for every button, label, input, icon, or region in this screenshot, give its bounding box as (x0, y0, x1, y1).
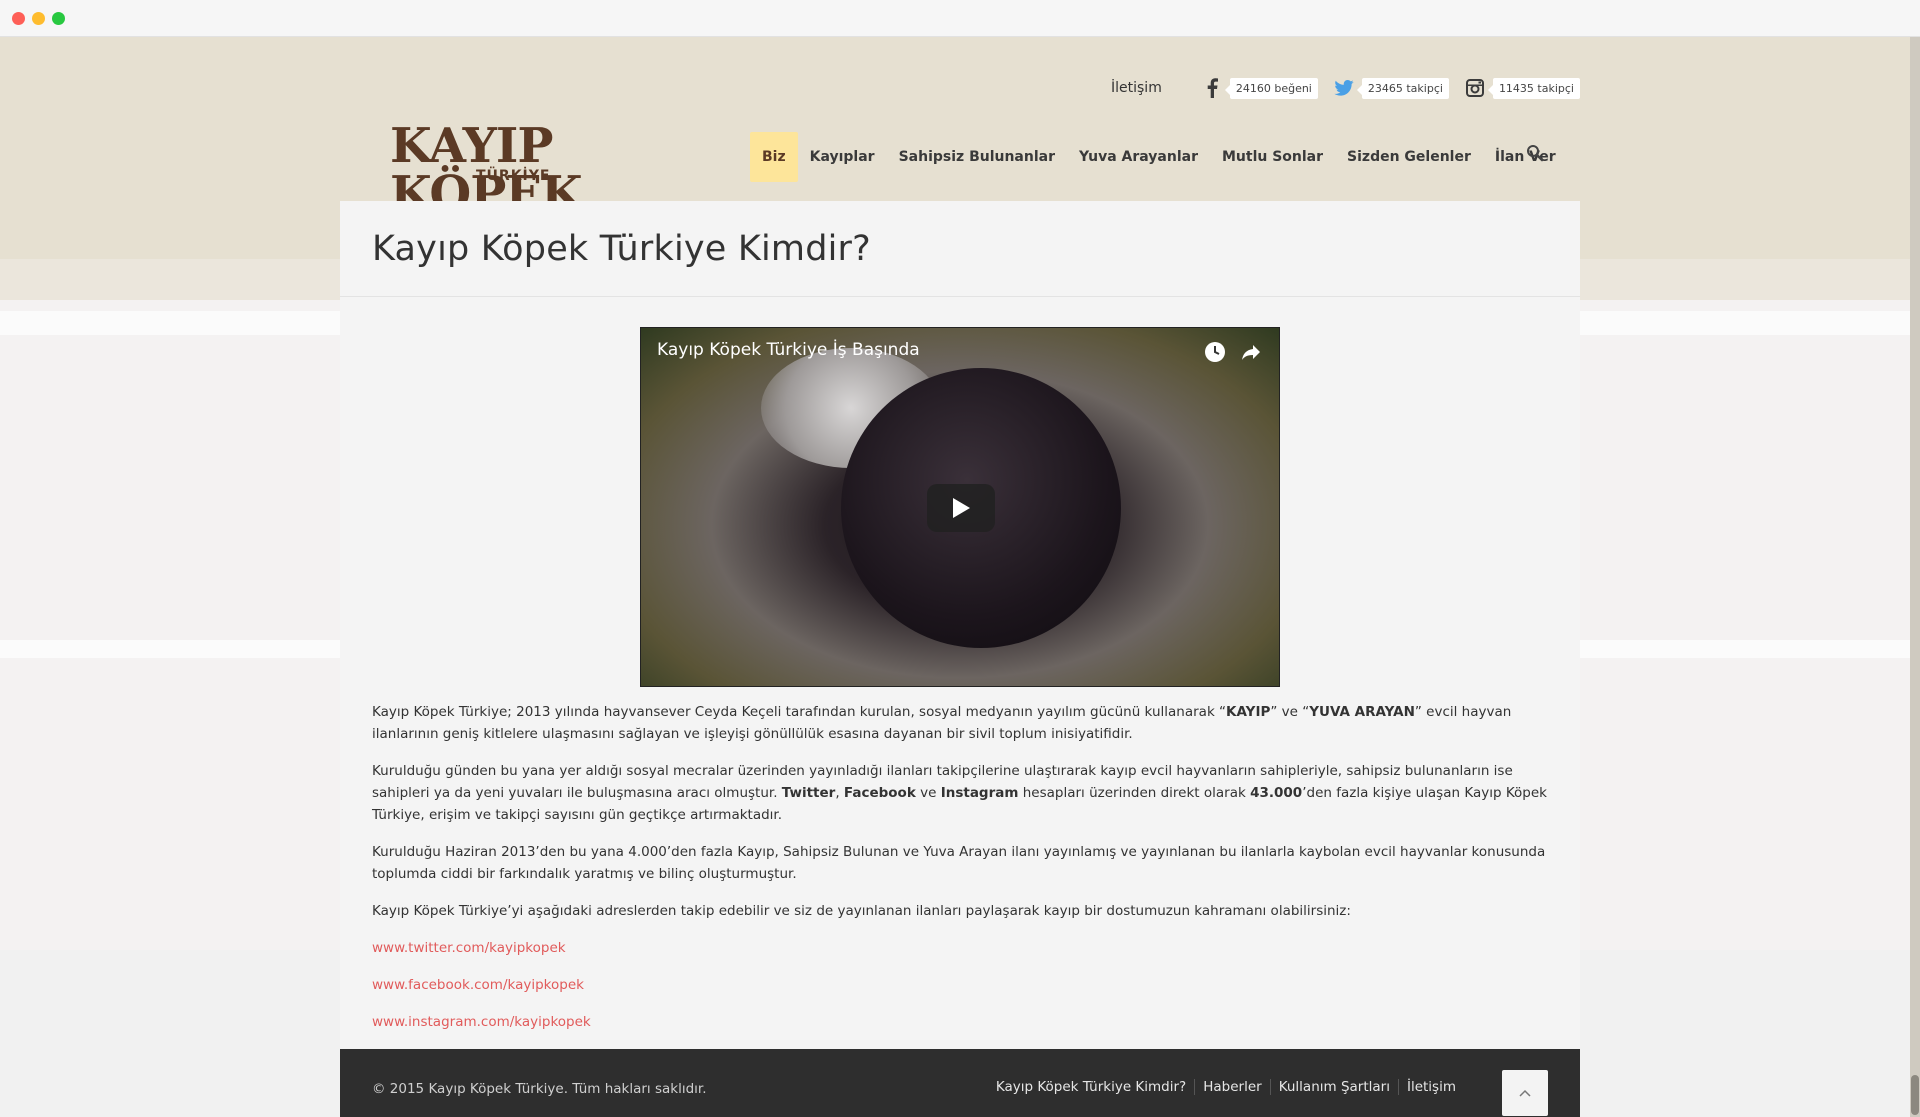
main-nav: Biz Kayıplar Sahipsiz Bulunanlar Yuva Ar… (750, 132, 1568, 182)
logo-text-sub: TÜRKİYE (476, 168, 551, 184)
facebook-count: 24160 beğeni (1224, 77, 1318, 99)
instagram-link[interactable]: www.instagram.com/kayipkopek (372, 1011, 1552, 1033)
footer-link-iletisim[interactable]: İletişim (1397, 1079, 1464, 1095)
site-logo[interactable]: KAYIP KÖPEK TÜRKİYE (390, 122, 630, 218)
social-twitter[interactable]: 23465 takipçi (1332, 76, 1449, 100)
copyright-text: © 2015 Kayıp Köpek Türkiye. Tüm hakları … (372, 1081, 707, 1097)
top-links: İletişim 24160 beğeni 23465 takipçi 1143… (1111, 73, 1580, 103)
site-footer: © 2015 Kayıp Köpek Türkiye. Tüm hakları … (340, 1049, 1580, 1117)
text-span: hesapları üzerinden direkt olarak (1018, 785, 1251, 801)
scrollbar-track[interactable] (1910, 37, 1920, 1117)
twitter-link[interactable]: www.twitter.com/kayipkopek (372, 937, 1552, 959)
bold-text: Twitter (781, 785, 836, 801)
minimize-window-button[interactable] (32, 12, 45, 25)
contact-link[interactable]: İletişim (1111, 80, 1162, 96)
bold-text: Instagram (940, 785, 1019, 801)
watch-later-icon[interactable] (1203, 340, 1227, 364)
play-icon (953, 498, 970, 518)
twitter-count: 23465 takipçi (1356, 77, 1449, 99)
page-title: Kayıp Köpek Türkiye Kimdir? (372, 228, 871, 269)
bold-text: Facebook (843, 785, 916, 801)
nav-item-sizden-gelenler[interactable]: Sizden Gelenler (1335, 132, 1483, 182)
nav-item-kayiplar[interactable]: Kayıplar (798, 132, 887, 182)
footer-links: Kayıp Köpek Türkiye Kimdir? Haberler Kul… (988, 1079, 1464, 1095)
title-bar: Kayıp Köpek Türkiye Kimdir? (340, 201, 1580, 297)
nav-item-mutlu-sonlar[interactable]: Mutlu Sonlar (1210, 132, 1335, 182)
text-span: ” ve “ (1270, 704, 1310, 720)
facebook-icon[interactable] (1200, 76, 1224, 100)
article-body: Kayıp Köpek Türkiye; 2013 yılında hayvan… (372, 701, 1552, 1048)
social-facebook[interactable]: 24160 beğeni (1200, 76, 1318, 100)
maximize-window-button[interactable] (52, 12, 65, 25)
text-span: , (835, 785, 844, 801)
text-span: Kayıp Köpek Türkiye; 2013 yılında hayvan… (372, 704, 1227, 720)
browser-chrome (0, 0, 1920, 37)
nav-item-yuva-arayanlar[interactable]: Yuva Arayanlar (1067, 132, 1210, 182)
facebook-link[interactable]: www.facebook.com/kayipkopek (372, 974, 1552, 996)
text-span: ve (915, 785, 941, 801)
main-content-panel: Kayıp Köpek Türkiye Kimdir? Kayıp Köpek … (340, 201, 1580, 1049)
scrollbar-thumb[interactable] (1911, 1075, 1919, 1115)
footer-link-kimdir[interactable]: Kayıp Köpek Türkiye Kimdir? (988, 1079, 1194, 1095)
instagram-count: 11435 takipçi (1487, 77, 1580, 99)
twitter-icon[interactable] (1332, 76, 1356, 100)
social-instagram[interactable]: 11435 takipçi (1463, 76, 1580, 100)
bold-text: 43.000 (1250, 785, 1303, 801)
play-button[interactable] (927, 484, 995, 532)
paragraph-3: Kurulduğu Haziran 2013’den bu yana 4.000… (372, 844, 1546, 882)
chevron-up-icon (1519, 1089, 1531, 1097)
instagram-icon[interactable] (1463, 76, 1487, 100)
paragraph-2: Kurulduğu günden bu yana yer aldığı sosy… (372, 760, 1552, 826)
scroll-to-top-button[interactable] (1502, 1070, 1548, 1116)
bold-text: KAYIP (1226, 704, 1271, 720)
search-icon[interactable] (1526, 144, 1552, 170)
footer-link-haberler[interactable]: Haberler (1194, 1079, 1269, 1095)
paragraph-1: Kayıp Köpek Türkiye; 2013 yılında hayvan… (372, 701, 1552, 745)
paragraph-4: Kayıp Köpek Türkiye’yi aşağıdaki adresle… (372, 903, 1351, 919)
close-window-button[interactable] (12, 12, 25, 25)
share-icon[interactable] (1239, 340, 1263, 364)
nav-item-biz[interactable]: Biz (750, 132, 798, 182)
site-header: İletişim 24160 beğeni 23465 takipçi 1143… (340, 37, 1580, 218)
video-title[interactable]: Kayıp Köpek Türkiye İş Başında (657, 340, 920, 360)
video-player[interactable]: Kayıp Köpek Türkiye İş Başında (640, 327, 1280, 687)
bold-text: YUVA ARAYAN (1309, 704, 1415, 720)
nav-item-sahipsiz-bulunanlar[interactable]: Sahipsiz Bulunanlar (887, 132, 1067, 182)
footer-link-kullanim-sartlari[interactable]: Kullanım Şartları (1269, 1079, 1398, 1095)
